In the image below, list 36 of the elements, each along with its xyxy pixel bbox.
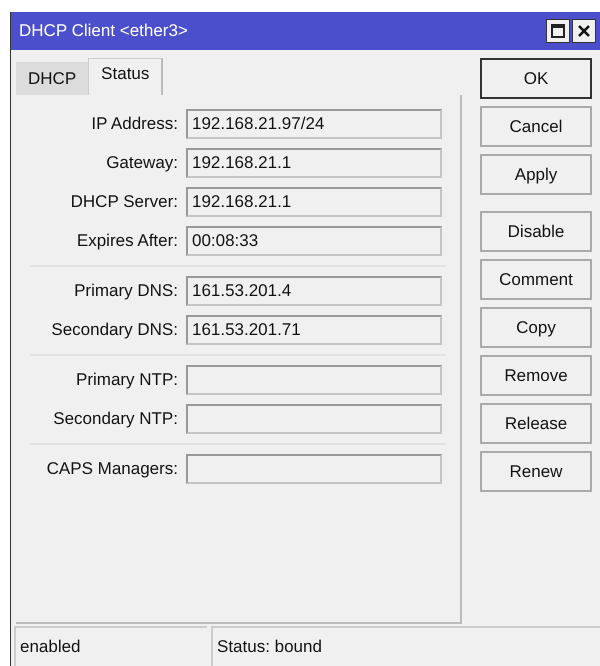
window-title: DHCP Client <ether3> (19, 20, 189, 42)
text-field[interactable]: 00:08:33 (186, 226, 442, 256)
maximize-button[interactable] (546, 19, 570, 43)
tab[interactable]: Status (88, 58, 164, 95)
dialog-button[interactable]: Disable (480, 211, 592, 252)
field-label: Gateway: (105, 152, 179, 174)
text-field[interactable] (186, 454, 442, 484)
dialog-button[interactable]: Copy (480, 307, 592, 348)
dialog-button[interactable]: Renew (480, 451, 592, 492)
text-field[interactable]: 192.168.21.1 (186, 148, 442, 178)
dialog-button[interactable]: Release (480, 403, 592, 444)
text-field[interactable]: 161.53.201.4 (186, 276, 442, 306)
text-field[interactable]: 192.168.21.1 (186, 187, 442, 217)
dialog-button[interactable]: OK (480, 58, 592, 99)
field-label: Expires After: (76, 230, 179, 252)
dialog-button[interactable]: Comment (480, 259, 592, 300)
dialog-button[interactable]: Cancel (480, 106, 592, 147)
dialog-button[interactable]: Apply (480, 154, 592, 195)
close-icon (577, 24, 591, 38)
status-cell: Status: bound (211, 626, 600, 666)
text-field[interactable]: 192.168.21.97/24 (186, 109, 442, 139)
status-cell: enabled (14, 626, 207, 666)
field-label: Primary DNS: (73, 280, 179, 302)
field-label: Primary NTP: (75, 369, 179, 392)
field-label: Secondary NTP: (52, 408, 179, 430)
text-field[interactable]: 161.53.201.71 (186, 315, 442, 345)
text-field[interactable] (186, 365, 442, 395)
text-field[interactable] (186, 404, 442, 434)
field-label: CAPS Managers: (46, 458, 179, 480)
tab[interactable]: DHCP (16, 62, 88, 95)
field-label: Secondary DNS: (50, 319, 179, 342)
close-button[interactable] (572, 19, 596, 43)
maximize-icon (550, 23, 566, 39)
field-label: DHCP Server: (70, 191, 179, 214)
field-label: IP Address: (90, 113, 179, 136)
dialog-button[interactable]: Remove (480, 355, 592, 396)
